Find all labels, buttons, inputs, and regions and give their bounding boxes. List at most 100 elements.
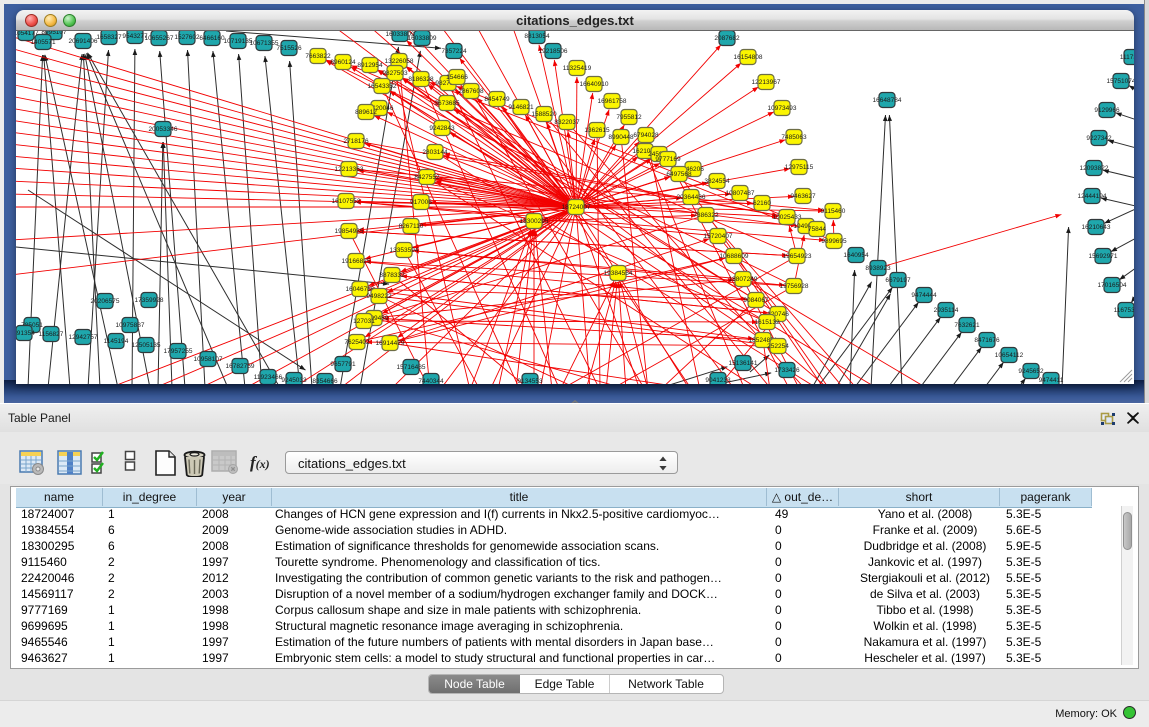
svg-text:8813054: 8813054	[524, 33, 550, 40]
svg-text:6497568: 6497568	[666, 171, 692, 178]
svg-text:1405571: 1405571	[30, 39, 56, 46]
svg-text:12213363: 12213363	[335, 166, 364, 173]
svg-text:20053346: 20053346	[149, 126, 178, 133]
svg-text:15692971: 15692971	[1089, 253, 1118, 260]
svg-text:8990448: 8990448	[608, 134, 634, 141]
svg-text:8186328: 8186328	[408, 76, 434, 83]
svg-text:9146821: 9146821	[508, 104, 534, 111]
svg-text:10655267: 10655267	[145, 35, 174, 42]
svg-text:16640910: 16640910	[580, 81, 609, 88]
svg-text:9498222: 9498222	[366, 293, 392, 300]
svg-text:7515526: 7515526	[276, 45, 302, 52]
svg-text:1156827: 1156827	[39, 331, 64, 338]
svg-text:10973493: 10973493	[768, 105, 797, 112]
svg-text:16107552: 16107552	[332, 198, 361, 205]
svg-text:9134553: 9134553	[517, 378, 543, 384]
svg-text:7485063: 7485063	[781, 134, 807, 141]
svg-text:2087682: 2087682	[714, 35, 740, 42]
svg-text:20206575: 20206575	[91, 298, 120, 305]
svg-text:6466160: 6466160	[199, 35, 225, 42]
svg-text:11923466: 11923466	[254, 374, 283, 381]
svg-text:9242843: 9242843	[429, 125, 455, 132]
svg-text:10719135: 10719135	[224, 38, 253, 45]
svg-text:1145194: 1145194	[104, 338, 129, 345]
svg-text:19218506: 19218506	[539, 48, 568, 55]
svg-text:12093822: 12093822	[1080, 165, 1109, 172]
svg-text:18300295: 18300295	[520, 218, 549, 225]
svg-text:252254: 252254	[767, 343, 789, 350]
svg-text:16782759: 16782759	[226, 363, 255, 370]
svg-text:16648784: 16648784	[873, 97, 902, 104]
svg-text:7625402: 7625402	[344, 339, 370, 346]
svg-text:10654112: 10654112	[995, 352, 1024, 359]
svg-text:17016504: 17016504	[1098, 282, 1127, 289]
svg-text:15716485: 15716485	[397, 364, 426, 371]
svg-text:10688609: 10688609	[720, 253, 749, 260]
svg-text:16914479: 16914479	[376, 340, 405, 347]
svg-text:1733426: 1733426	[774, 367, 800, 374]
svg-text:2803144: 2803144	[422, 149, 448, 156]
svg-text:2867608: 2867608	[458, 88, 484, 95]
svg-text:9474444: 9474444	[911, 292, 937, 299]
svg-text:16033809: 16033809	[408, 35, 437, 42]
svg-text:8354666: 8354666	[312, 378, 338, 384]
svg-text:9245033: 9245033	[281, 377, 307, 384]
svg-text:8267110: 8267110	[399, 223, 424, 230]
svg-text:1362615: 1362615	[584, 127, 610, 134]
svg-text:7955812: 7955812	[616, 114, 642, 121]
svg-text:19756928: 19756928	[780, 283, 809, 290]
svg-text:18724007: 18724007	[562, 204, 591, 211]
svg-text:9084067: 9084067	[743, 297, 769, 304]
svg-text:3824554: 3824554	[704, 178, 730, 185]
svg-text:15720407: 15720407	[704, 233, 733, 240]
svg-text:127031: 127031	[353, 318, 375, 325]
svg-text:20691406: 20691406	[69, 38, 98, 45]
svg-text:12942757: 12942757	[69, 334, 98, 341]
svg-text:8938923: 8938923	[865, 265, 891, 272]
svg-text:1640954: 1640954	[843, 252, 869, 259]
svg-text:6794028: 6794028	[633, 132, 659, 139]
svg-text:9041233: 9041233	[705, 377, 731, 384]
svg-text:8960124: 8960124	[330, 59, 356, 66]
svg-text:2718176: 2718176	[343, 138, 369, 145]
svg-text:16154808: 16154808	[734, 54, 763, 61]
svg-text:154666: 154666	[446, 74, 468, 81]
svg-text:10807487: 10807487	[726, 190, 755, 197]
svg-text:6679197: 6679197	[885, 277, 911, 284]
svg-text:16543352: 16543352	[368, 83, 397, 90]
svg-text:15136141: 15136141	[729, 360, 758, 367]
svg-text:15751074: 15751074	[1107, 78, 1134, 85]
svg-text:9245652: 9245652	[1018, 368, 1044, 375]
svg-text:10958107: 10958107	[194, 356, 223, 363]
svg-text:1117335: 1117335	[1120, 54, 1134, 61]
svg-text:10975887: 10975887	[116, 322, 145, 329]
svg-text:16210643: 16210643	[1082, 224, 1111, 231]
svg-text:9115460: 9115460	[821, 208, 846, 215]
svg-text:17359928: 17359928	[135, 297, 164, 304]
svg-text:3673685: 3673685	[434, 100, 460, 107]
svg-text:889612: 889612	[355, 109, 377, 116]
svg-text:8471676: 8471676	[974, 337, 1000, 344]
svg-text:20364436: 20364436	[677, 194, 706, 201]
svg-text:10671355: 10671355	[250, 40, 279, 47]
svg-text:75844: 75844	[808, 226, 826, 233]
svg-text:7386322: 7386322	[693, 212, 719, 219]
svg-text:19854985: 19854985	[335, 228, 364, 235]
svg-text:1527602: 1527602	[174, 34, 200, 41]
svg-text:62160: 62160	[753, 200, 771, 207]
svg-text:17957255: 17957255	[164, 348, 193, 355]
svg-text:18807249: 18807249	[729, 276, 758, 283]
svg-text:9657791: 9657791	[330, 361, 356, 368]
svg-text:9474411: 9474411	[1039, 377, 1064, 384]
svg-text:11325419: 11325419	[563, 65, 592, 72]
svg-text:8427552: 8427552	[414, 174, 440, 181]
svg-text:391354: 391354	[16, 330, 35, 337]
svg-text:12975115: 12975115	[785, 164, 814, 171]
svg-text:8454749: 8454749	[484, 96, 510, 103]
svg-text:7663822: 7663822	[305, 53, 331, 60]
svg-text:1167533: 1167533	[1114, 307, 1134, 314]
svg-text:7440344: 7440344	[418, 378, 444, 384]
svg-text:9827503: 9827503	[382, 70, 408, 77]
svg-text:19384554: 19384554	[604, 270, 633, 277]
svg-text:1588520: 1588520	[531, 111, 557, 118]
